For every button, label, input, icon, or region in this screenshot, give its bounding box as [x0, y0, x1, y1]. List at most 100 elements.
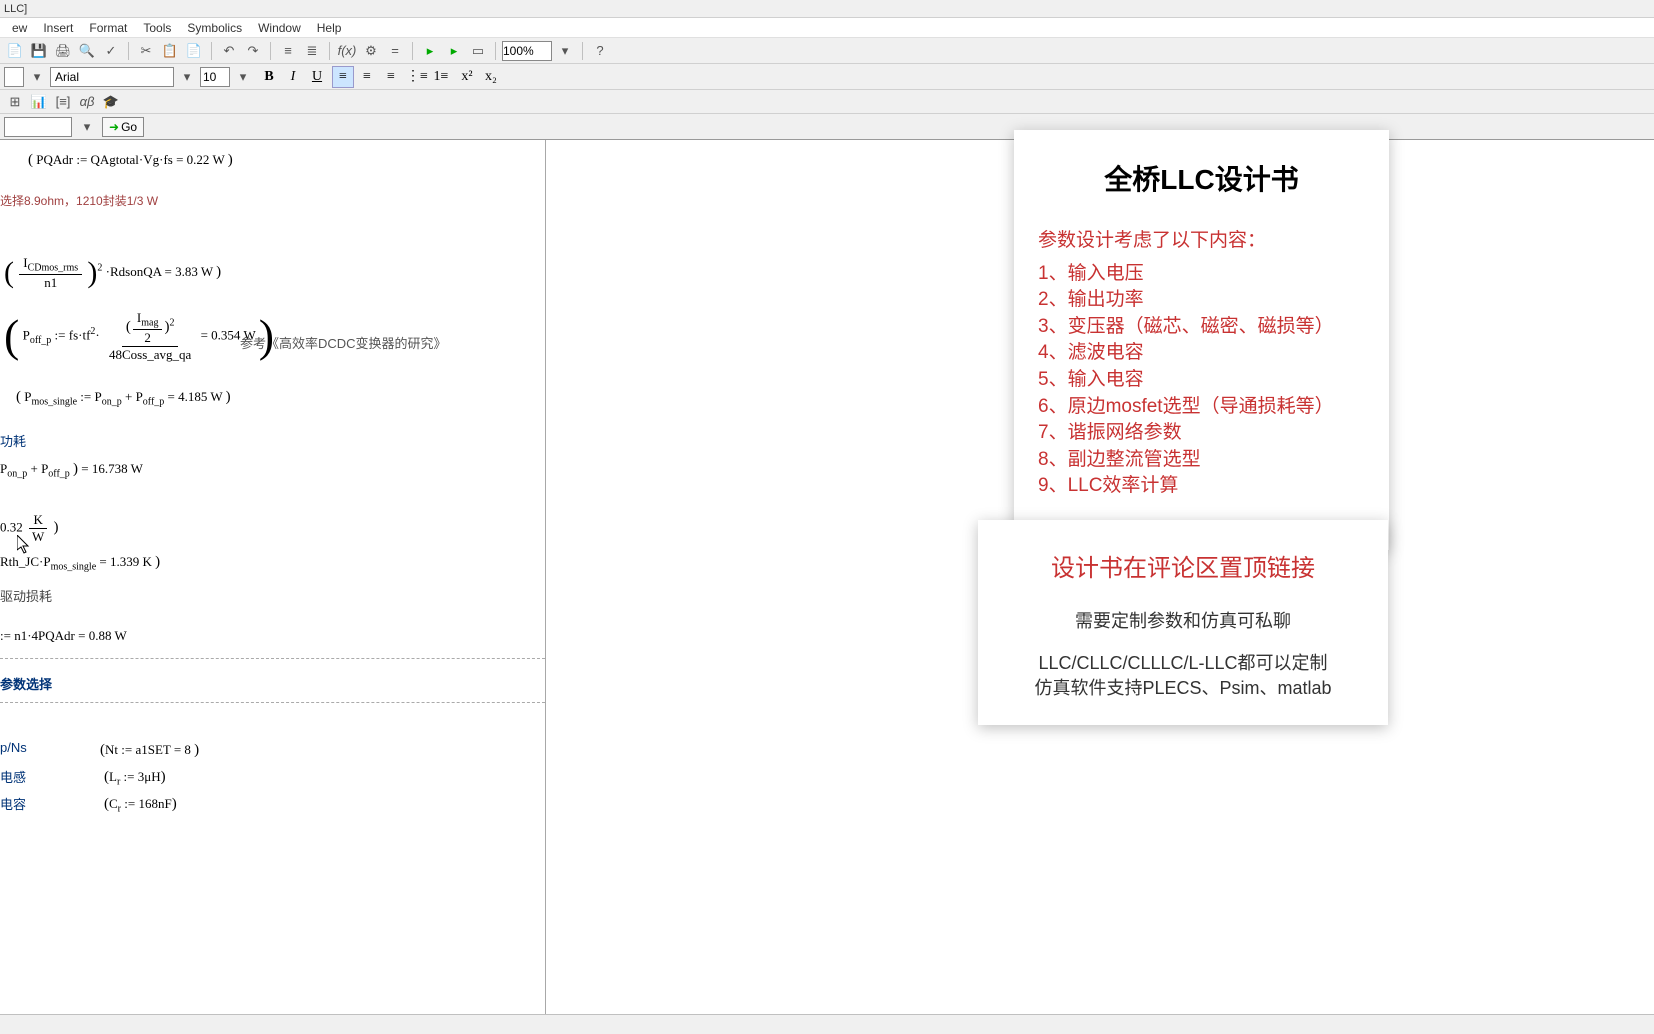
underline-button[interactable]: U	[306, 66, 328, 88]
italic-button[interactable]: I	[282, 66, 304, 88]
size-dropdown-icon[interactable]: ▾	[232, 66, 254, 88]
go-label: Go	[121, 120, 137, 134]
paste-icon[interactable]: 📄	[183, 40, 205, 62]
separator	[270, 42, 271, 60]
align-icon[interactable]: ≡	[277, 40, 299, 62]
section-dash	[0, 658, 545, 659]
equals-icon[interactable]: =	[384, 40, 406, 62]
menu-window[interactable]: Window	[250, 21, 309, 35]
separator	[495, 42, 496, 60]
bold-button[interactable]: B	[258, 66, 280, 88]
redo-icon[interactable]: ↷	[242, 40, 264, 62]
spec-item: 7、谐振网络参数	[1038, 420, 1365, 447]
goto-input[interactable]	[4, 117, 72, 137]
equation-drive[interactable]: := n1·4PQAdr = 0.88 W	[0, 628, 127, 644]
design-spec-card: 全桥LLC设计书 参数设计考虑了以下内容： 1、输入电压 2、输出功率 3、变压…	[1014, 130, 1389, 550]
spec-item: 4、滤波电容	[1038, 340, 1365, 367]
spec-item: 3、变压器（磁芯、磁密、磁损等）	[1038, 314, 1365, 341]
equation-poffp[interactable]: ( Poff_p := fs·tf2· (Imag2)2 48Coss_avg_…	[4, 310, 274, 363]
fx-icon[interactable]: f(x)	[336, 40, 358, 62]
row-capacitance[interactable]: 电容	[0, 794, 26, 813]
menu-help[interactable]: Help	[309, 21, 350, 35]
go-arrow-icon: ➜	[109, 120, 119, 134]
format-toolbar: ▾ ▾ ▾ B I U ≡ ≡ ≡ ⋮≡ 1≡ x² x₂	[0, 64, 1654, 90]
equation-pmos-single[interactable]: ( Pmos_single := Pon_p + Poff_p = 4.185 …	[16, 389, 231, 408]
menu-view[interactable]: ew	[4, 21, 35, 35]
font-size-select[interactable]	[200, 67, 230, 87]
section-drive-loss[interactable]: 驱动损耗	[0, 586, 52, 605]
contact-line: LLC/CLLC/CLLLC/L-LLC都可以定制	[998, 651, 1368, 676]
menu-tools[interactable]: Tools	[135, 21, 179, 35]
style-select[interactable]	[4, 67, 24, 87]
align-center-button[interactable]: ≡	[356, 66, 378, 88]
goto-toolbar: ▾ ➜ Go	[0, 114, 1654, 140]
copy-icon[interactable]: 📋	[159, 40, 181, 62]
spec-item: 9、LLC效率计算	[1038, 473, 1365, 500]
superscript-button[interactable]: x²	[456, 66, 478, 88]
contact-headline: 设计书在评论区置顶链接	[998, 548, 1368, 583]
document-workspace[interactable]: ( PQAdr := QAgtotal·Vg·fs = 0.22 W ) 选择8…	[0, 140, 1654, 1014]
font-select[interactable]	[50, 67, 174, 87]
number-list-button[interactable]: 1≡	[430, 66, 452, 88]
title-bar: LLC]	[0, 0, 1654, 18]
bracket-icon[interactable]: [≡]	[52, 91, 74, 113]
cut-icon[interactable]: ✂	[135, 40, 157, 62]
graph-icon[interactable]: 📊	[28, 91, 50, 113]
style-dropdown-icon[interactable]: ▾	[26, 66, 48, 88]
units-icon[interactable]: ⚙	[360, 40, 382, 62]
equation-rth[interactable]: Rth_JC·Pmos_single = 1.339 K )	[0, 554, 160, 573]
menubar: ew Insert Format Tools Symbolics Window …	[0, 18, 1654, 38]
goto-dropdown-icon[interactable]: ▾	[76, 116, 98, 138]
note-reference[interactable]: 参考《高效率DCDC变换器的研究》	[240, 333, 447, 352]
value-lr[interactable]: (Lr := 3μH)	[104, 769, 166, 788]
status-bar	[0, 1014, 1654, 1034]
value-cr[interactable]: (Cr := 168nF)	[104, 796, 177, 815]
spec-item: 2、输出功率	[1038, 287, 1365, 314]
menu-symbolics[interactable]: Symbolics	[179, 21, 250, 35]
equation-total-p[interactable]: Pon_p + Poff_p ) = 16.738 W	[0, 461, 143, 480]
separator	[211, 42, 212, 60]
align2-icon[interactable]: ≣	[301, 40, 323, 62]
calc-green-icon[interactable]: ▸	[419, 40, 441, 62]
spellcheck-icon[interactable]: ✓	[100, 40, 122, 62]
print-icon[interactable]: 🖨	[52, 40, 74, 62]
window-title: LLC]	[4, 3, 27, 15]
alphabeta-icon[interactable]: αβ	[76, 91, 98, 113]
spec-item: 5、输入电容	[1038, 367, 1365, 394]
rect-icon[interactable]: ▭	[467, 40, 489, 62]
align-right-button[interactable]: ≡	[380, 66, 402, 88]
zoom-select[interactable]	[502, 41, 552, 61]
separator	[412, 42, 413, 60]
go-button[interactable]: ➜ Go	[102, 117, 144, 137]
section-power-loss[interactable]: 功耗	[0, 431, 26, 450]
contact-line: 仿真软件支持PLECS、Psim、matlab	[998, 676, 1368, 701]
menu-insert[interactable]: Insert	[35, 21, 81, 35]
bullet-list-button[interactable]: ⋮≡	[406, 66, 428, 88]
preview-icon[interactable]: 🔍	[76, 40, 98, 62]
spec-item: 8、副边整流管选型	[1038, 447, 1365, 474]
row-inductance[interactable]: 电感	[0, 767, 26, 786]
save-icon[interactable]: 💾	[28, 40, 50, 62]
section-dash	[0, 702, 545, 703]
font-dropdown-icon[interactable]: ▾	[176, 66, 198, 88]
menu-format[interactable]: Format	[81, 21, 135, 35]
contact-sub: 需要定制参数和仿真可私聊	[998, 607, 1368, 633]
note-resistor[interactable]: 选择8.9ohm，1210封装1/3 W	[0, 192, 158, 209]
equation-pqadr[interactable]: ( PQAdr := QAgtotal·Vg·fs = 0.22 W )	[28, 152, 233, 169]
value-nt[interactable]: (Nt := a1SET = 8 )	[100, 742, 199, 759]
align-left-button[interactable]: ≡	[332, 66, 354, 88]
matrix-icon[interactable]: ⊞	[4, 91, 26, 113]
help-icon[interactable]: ?	[589, 40, 611, 62]
card-subtitle: 参数设计考虑了以下内容：	[1038, 228, 1365, 255]
equation-rdson[interactable]: ( ICDmos_rmsn1 )2 ·RdsonQA = 3.83 W )	[4, 255, 221, 291]
hat-icon[interactable]: 🎓	[100, 91, 122, 113]
new-icon[interactable]: 📄	[4, 40, 26, 62]
subscript-button[interactable]: x₂	[480, 66, 502, 88]
calc2-icon[interactable]: ▸	[443, 40, 465, 62]
zoom-dropdown-icon[interactable]: ▾	[554, 40, 576, 62]
row-turns[interactable]: p/Ns	[0, 740, 27, 755]
contact-card: 设计书在评论区置顶链接 需要定制参数和仿真可私聊 LLC/CLLC/CLLLC/…	[978, 520, 1388, 725]
undo-icon[interactable]: ↶	[218, 40, 240, 62]
section-params[interactable]: 参数选择	[0, 674, 52, 693]
standard-toolbar: 📄 💾 🖨 🔍 ✓ ✂ 📋 📄 ↶ ↷ ≡ ≣ f(x) ⚙ = ▸ ▸ ▭ ▾…	[0, 38, 1654, 64]
